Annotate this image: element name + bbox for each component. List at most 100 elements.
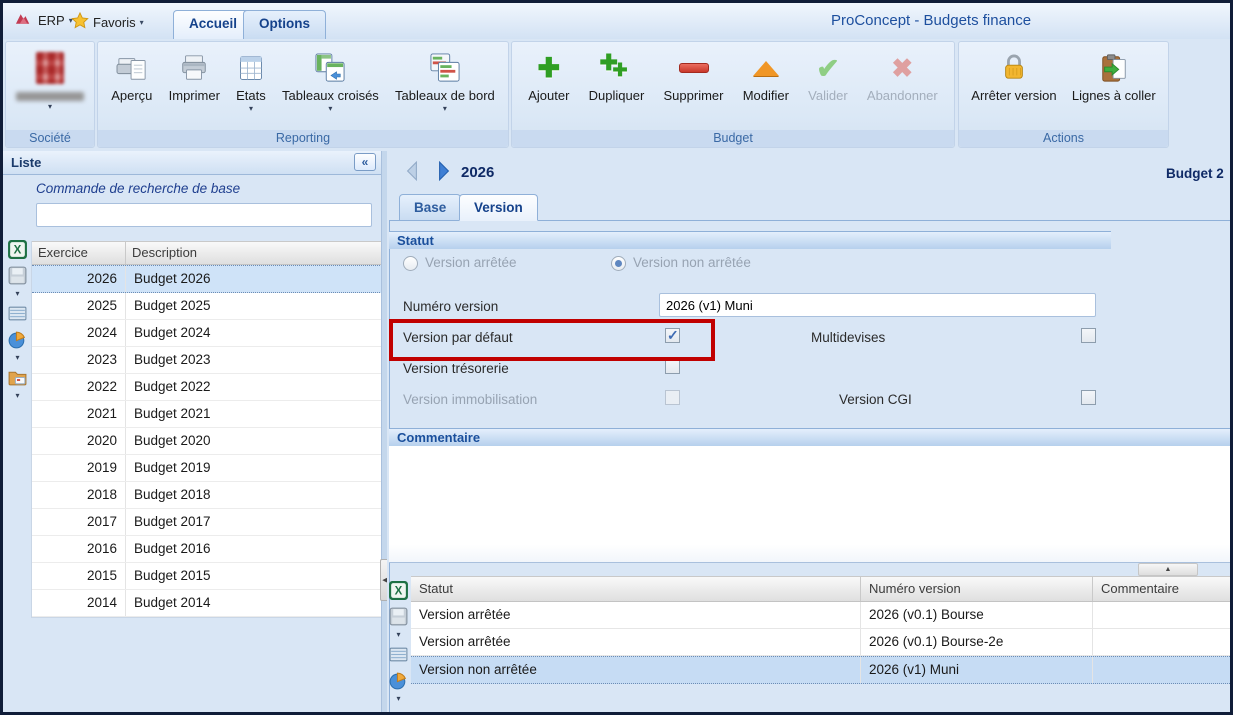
nav-previous-button[interactable] [403,160,423,182]
col-header-exercice[interactable]: Exercice [32,242,126,264]
arrow-up-icon: ▲ [1165,566,1172,573]
lignes-a-coller-label: Lignes à coller [1072,88,1156,103]
lignes-a-coller-button[interactable]: Lignes à coller [1069,47,1159,105]
svg-text:X: X [395,585,403,597]
chart-pie-icon[interactable] [6,327,30,351]
table-row[interactable]: Version arrêtée 2026 (v0.1) Bourse-2e [411,629,1230,656]
description-cell: Budget 2020 [126,428,382,454]
commentaire-textarea[interactable] [389,446,1230,563]
chevron-down-icon[interactable]: ▾ [15,289,19,298]
chevron-down-icon: ▾ [328,104,332,114]
version-tresorerie-checkbox[interactable] [665,359,680,374]
list-view-icon[interactable] [387,642,411,666]
export-excel-icon[interactable]: X [387,578,411,602]
valider-button[interactable]: ✔ Valider [805,47,851,105]
ajouter-button[interactable]: ✚ Ajouter [525,47,572,105]
table-row[interactable]: 2020Budget 2020 [32,428,382,455]
favoris-menu[interactable]: Favoris ▾ [67,10,148,35]
table-row[interactable]: 2022Budget 2022 [32,374,382,401]
description-cell: Budget 2014 [126,590,382,616]
col-header-numero-version[interactable]: Numéro version [861,577,1093,601]
radio-version-non-arretee[interactable] [611,256,626,271]
triangle-edit-icon [753,49,779,87]
folder-card-icon[interactable] [387,706,411,715]
abandonner-label: Abandonner [867,88,938,103]
table-row[interactable]: 2018Budget 2018 [32,482,382,509]
tableaux-de-bord-button[interactable]: Tableaux de bord ▾ [392,47,498,116]
numero-version-input[interactable] [659,293,1096,317]
bottom-splitter-handle[interactable]: ▲ [1138,563,1198,576]
version-immobilisation-checkbox[interactable] [665,390,680,405]
list-view-icon[interactable] [6,301,30,325]
radio-version-non-arretee-label: Version non arrêtée [633,255,751,270]
col-header-commentaire[interactable]: Commentaire [1093,577,1230,601]
chevron-down-icon: ▾ [140,18,144,27]
exercices-table-header: Exercice Description [32,241,382,265]
arreter-version-button[interactable]: Arrêter version [968,47,1059,105]
statut-cell: Version arrêtée [411,629,861,655]
context-title: Budget 2 [1166,166,1230,181]
chevron-down-icon[interactable]: ▾ [15,353,19,362]
societe-button[interactable]: ▾ [13,47,87,114]
numero-cell: 2026 (v0.1) Bourse [861,602,1093,628]
modifier-button[interactable]: Modifier [740,47,792,105]
tab-options-label: Options [259,16,310,31]
table-row[interactable]: 2015Budget 2015 [32,563,382,590]
numero-cell: 2026 (v1) Muni [861,657,1093,683]
table-row[interactable]: 2025Budget 2025 [32,293,382,320]
commentaire-cell [1093,657,1230,683]
radio-version-arretee[interactable] [403,256,418,271]
etats-button[interactable]: Etats ▾ [233,47,269,116]
export-excel-icon[interactable]: X [6,237,30,261]
collapse-panel-button[interactable]: « [354,153,376,171]
table-row[interactable]: 2026Budget 2026 [32,265,382,293]
apercu-button[interactable]: Aperçu [108,47,155,105]
description-cell: Budget 2015 [126,563,382,589]
table-row[interactable]: 2016Budget 2016 [32,536,382,563]
tab-version[interactable]: Version [459,194,538,221]
table-row[interactable]: 2019Budget 2019 [32,455,382,482]
chevron-down-icon[interactable]: ▾ [396,630,400,639]
version-cgi-checkbox[interactable] [1081,390,1096,405]
table-row[interactable]: 2021Budget 2021 [32,401,382,428]
dupliquer-button[interactable]: ✚✚ Dupliquer [586,47,648,105]
print-preview-icon [116,49,148,87]
save-icon[interactable] [387,604,411,628]
nav-next-button[interactable] [435,160,455,182]
ribbon: ▾ Société Aperçu Imprimer Etats ▾ [3,39,1230,152]
padlock-icon [1001,49,1027,87]
chevron-down-icon[interactable]: ▾ [15,391,19,400]
search-input[interactable] [36,203,372,227]
tab-options[interactable]: Options [243,10,326,39]
group-label-reporting: Reporting [98,130,508,147]
multidevises-label: Multidevises [811,330,885,345]
dashboard-cards-icon [429,49,461,87]
tab-base[interactable]: Base [399,194,461,221]
tableaux-croises-button[interactable]: Tableaux croisés ▾ [279,47,382,116]
col-header-description[interactable]: Description [126,242,382,264]
save-icon[interactable] [6,263,30,287]
chevron-down-icon[interactable]: ▾ [396,694,400,703]
abandonner-button[interactable]: ✖ Abandonner [864,47,941,105]
description-cell: Budget 2021 [126,401,382,427]
table-row[interactable]: 2023Budget 2023 [32,347,382,374]
statut-cell: Version arrêtée [411,602,861,628]
imprimer-button[interactable]: Imprimer [166,47,223,105]
group-label-budget: Budget [512,130,954,147]
folder-card-icon[interactable] [6,365,30,389]
version-par-defaut-checkbox[interactable] [665,328,680,343]
check-icon: ✔ [816,49,839,87]
multidevises-checkbox[interactable] [1081,328,1096,343]
tab-accueil[interactable]: Accueil [173,10,253,39]
supprimer-button[interactable]: Supprimer [661,47,727,105]
commentaire-cell [1093,602,1230,628]
table-row[interactable]: Version arrêtée 2026 (v0.1) Bourse [411,602,1230,629]
col-header-statut[interactable]: Statut [411,577,861,601]
table-row[interactable]: 2017Budget 2017 [32,509,382,536]
table-row[interactable]: 2014Budget 2014 [32,590,382,617]
versions-table: Statut Numéro version Commentaire Versio… [411,576,1230,684]
chart-pie-icon[interactable] [387,668,411,692]
versions-table-header: Statut Numéro version Commentaire [411,577,1230,602]
table-row[interactable]: 2024Budget 2024 [32,320,382,347]
table-row[interactable]: Version non arrêtée 2026 (v1) Muni [411,656,1230,684]
